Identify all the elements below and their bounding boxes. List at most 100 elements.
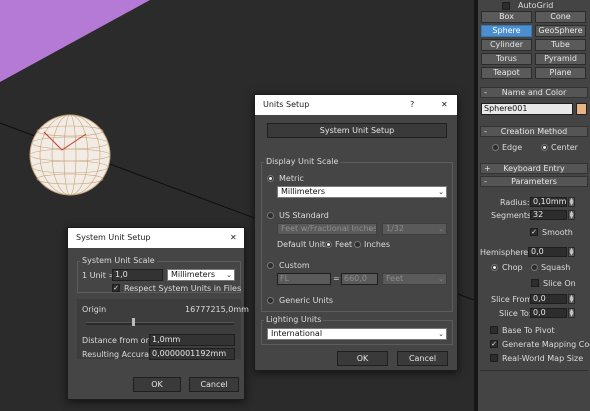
- autogrid-label: AutoGrid: [518, 1, 554, 10]
- radius-input[interactable]: 0,10mm: [530, 197, 567, 207]
- system-unit-setup-button[interactable]: System Unit Setup: [267, 123, 447, 138]
- object-color-swatch[interactable]: [576, 103, 587, 115]
- chop-radio[interactable]: [491, 264, 498, 271]
- real-world-map-checkbox[interactable]: [490, 354, 498, 362]
- tube-button[interactable]: Tube: [535, 39, 586, 51]
- slice-to-spinner[interactable]: ▲ ▼: [568, 308, 575, 318]
- dialog-title: Units Setup: [263, 100, 310, 109]
- rollout-title: Name and Color: [501, 88, 567, 97]
- custom-radio[interactable]: [267, 262, 274, 269]
- rollout-title: Parameters: [511, 177, 557, 186]
- edge-radio[interactable]: [492, 144, 499, 151]
- dropdown-value: Millimeters: [281, 187, 326, 196]
- center-radio[interactable]: [541, 144, 548, 151]
- squash-label: Squash: [541, 263, 571, 272]
- cancel-button[interactable]: Cancel: [189, 377, 239, 392]
- us-unit-dropdown[interactable]: Feet w/Fractional Inches ⌄: [277, 223, 377, 235]
- units-setup-titlebar[interactable]: Units Setup ? ✕: [255, 95, 457, 115]
- unit-type-dropdown[interactable]: Millimeters ⌄: [167, 269, 235, 281]
- slice-on-label: Slice On: [543, 279, 576, 288]
- ok-button[interactable]: OK: [133, 377, 181, 392]
- smooth-checkbox[interactable]: ✓: [530, 228, 538, 236]
- chevron-down-icon: ⌄: [226, 271, 232, 279]
- metric-dropdown[interactable]: Millimeters ⌄: [277, 186, 447, 198]
- rollout-parameters[interactable]: - Parameters: [480, 176, 588, 187]
- system-unit-scale-title: System Unit Scale: [80, 256, 157, 265]
- torus-button[interactable]: Torus: [481, 53, 532, 65]
- us-standard-radio[interactable]: [267, 212, 274, 219]
- respect-units-label: Respect System Units in Files: [124, 284, 242, 293]
- autogrid-checkbox[interactable]: [502, 2, 510, 10]
- feet-label: Feet: [335, 240, 353, 249]
- radius-spinner[interactable]: ▲ ▼: [568, 197, 575, 207]
- cylinder-button[interactable]: Cylinder: [481, 39, 532, 51]
- command-panel: AutoGrid Box Cone Sphere GeoSphere Cylin…: [478, 0, 590, 411]
- origin-slider-track[interactable]: [86, 322, 234, 325]
- base-to-pivot-checkbox[interactable]: [490, 326, 498, 334]
- close-icon[interactable]: ✕: [441, 95, 448, 115]
- origin-slider-handle[interactable]: [132, 318, 135, 326]
- slice-to-input[interactable]: 0,0: [530, 308, 567, 318]
- slice-from-input[interactable]: 0,0: [530, 294, 567, 304]
- teapot-button[interactable]: Teapot: [481, 67, 532, 79]
- metric-radio[interactable]: [267, 175, 274, 182]
- rollout-name-and-color[interactable]: - Name and Color: [480, 87, 588, 98]
- hemisphere-label: Hemisphere:: [480, 248, 531, 257]
- inches-radio[interactable]: [354, 241, 361, 248]
- ok-button[interactable]: OK: [337, 351, 388, 366]
- respect-units-checkbox[interactable]: ✓: [112, 284, 120, 292]
- accuracy-value: 0,0000001192mm: [149, 348, 235, 360]
- us-fraction-dropdown[interactable]: 1/32 ⌄: [382, 223, 447, 235]
- generic-units-radio[interactable]: [267, 297, 274, 304]
- sphere-wireframe: [29, 114, 111, 196]
- segments-input[interactable]: 32: [530, 210, 567, 220]
- smooth-label: Smooth: [542, 228, 573, 237]
- chevron-down-icon: ⌄: [438, 188, 444, 196]
- expand-icon: +: [484, 164, 491, 173]
- slice-on-checkbox[interactable]: [531, 279, 539, 287]
- inches-label: Inches: [364, 240, 390, 249]
- generic-units-label: Generic Units: [279, 296, 334, 305]
- object-name-input[interactable]: Sphere001: [481, 103, 573, 115]
- generate-mapping-label: Generate Mapping Coords.: [502, 340, 590, 349]
- origin-label: Origin: [82, 305, 107, 314]
- custom-name-input[interactable]: FL: [277, 273, 331, 285]
- plane-button[interactable]: Plane: [535, 67, 586, 79]
- unit-value-input[interactable]: 1,0: [112, 269, 163, 281]
- distance-input[interactable]: 1,0mm: [149, 334, 235, 346]
- custom-label: Custom: [279, 261, 310, 270]
- cone-button[interactable]: Cone: [535, 11, 586, 23]
- rollout-creation-method[interactable]: - Creation Method: [480, 126, 588, 137]
- base-to-pivot-label: Base To Pivot: [502, 326, 555, 335]
- squash-radio[interactable]: [531, 264, 538, 271]
- custom-value-input[interactable]: 660,0: [341, 273, 378, 285]
- sphere-button[interactable]: Sphere: [481, 25, 532, 37]
- generate-mapping-checkbox[interactable]: ✓: [490, 340, 498, 348]
- chop-label: Chop: [502, 263, 523, 272]
- feet-radio[interactable]: [325, 241, 332, 248]
- dropdown-value: Feet: [386, 274, 404, 283]
- custom-equals: =: [333, 274, 340, 283]
- pyramid-button[interactable]: Pyramid: [535, 53, 586, 65]
- close-icon[interactable]: ✕: [230, 228, 237, 248]
- box-button[interactable]: Box: [481, 11, 532, 23]
- hemisphere-input[interactable]: 0,0: [528, 247, 567, 257]
- dialog-title: System Unit Setup: [76, 233, 151, 242]
- dropdown-value: 1/32: [386, 224, 404, 233]
- edge-label: Edge: [502, 143, 523, 152]
- lighting-units-dropdown[interactable]: International ⌄: [267, 328, 447, 340]
- radius-label: Radius:: [500, 198, 530, 207]
- center-label: Center: [551, 143, 578, 152]
- geosphere-button[interactable]: GeoSphere: [535, 25, 586, 37]
- rollout-keyboard-entry[interactable]: + Keyboard Entry: [480, 163, 588, 174]
- unit-label: 1 Unit =: [82, 271, 116, 280]
- cancel-button[interactable]: Cancel: [397, 351, 448, 366]
- slice-from-spinner[interactable]: ▲ ▼: [568, 294, 575, 304]
- lighting-units-title: Lighting Units: [264, 315, 324, 324]
- help-icon[interactable]: ?: [410, 95, 414, 115]
- hemisphere-spinner[interactable]: ▲ ▼: [568, 247, 575, 257]
- custom-unit-dropdown[interactable]: Feet ⌄: [382, 273, 447, 285]
- segments-spinner[interactable]: ▲ ▼: [568, 210, 575, 220]
- dropdown-value: Millimeters: [171, 270, 216, 279]
- system-unit-setup-titlebar[interactable]: System Unit Setup ✕: [68, 228, 244, 248]
